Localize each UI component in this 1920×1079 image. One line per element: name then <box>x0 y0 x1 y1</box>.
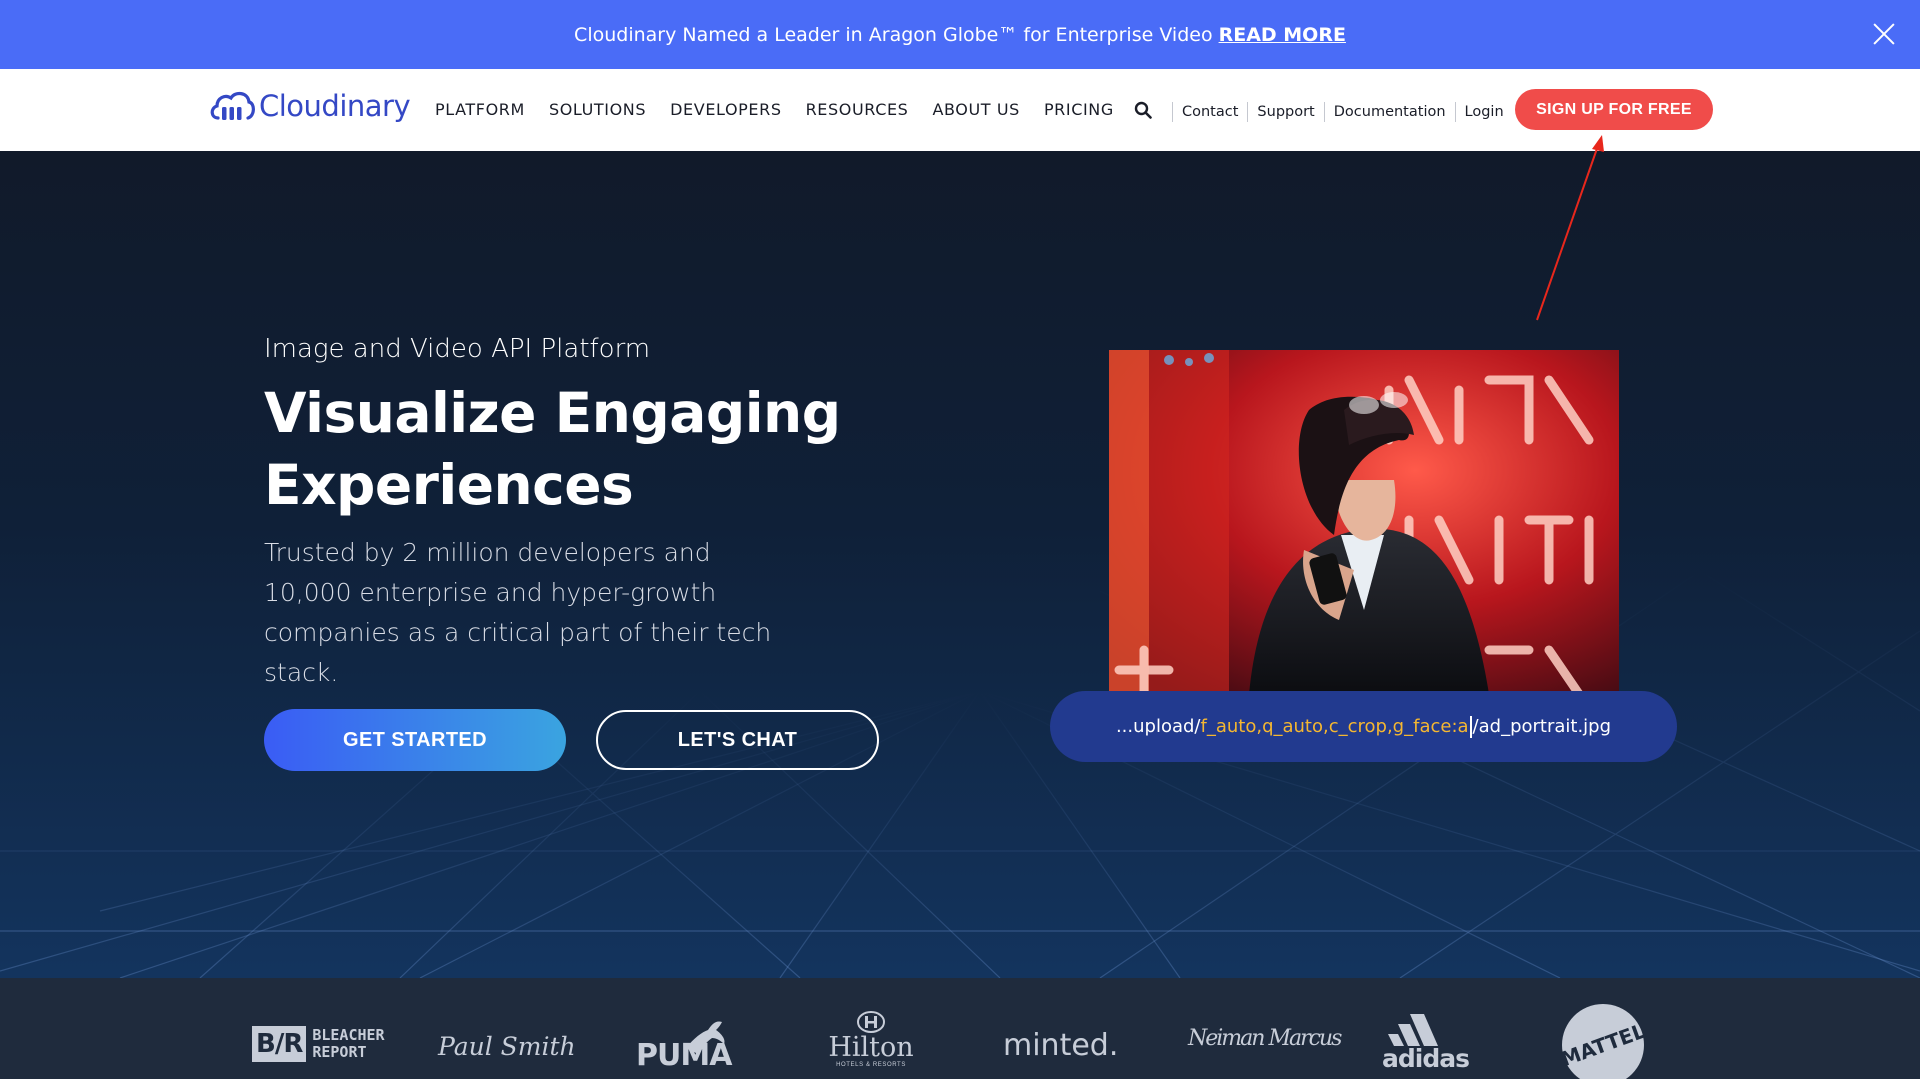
announcement-message: Cloudinary Named a Leader in Aragon Glob… <box>574 23 1213 46</box>
nav-pricing[interactable]: PRICING <box>1044 100 1114 119</box>
url-params: f_auto,q_auto,c_crop,g_face:a <box>1200 716 1469 737</box>
logo-text: Cloudinary <box>259 89 411 123</box>
hilton-tagline: HOTELS & RESORTS <box>836 1062 906 1068</box>
hilton-wordmark: Hilton <box>828 1032 914 1063</box>
divider <box>1247 102 1249 122</box>
nav-about-us[interactable]: ABOUT US <box>932 100 1019 119</box>
nav-resources[interactable]: RESOURCES <box>806 100 909 119</box>
nav-solutions[interactable]: SOLUTIONS <box>549 100 646 119</box>
puma-wordmark: PUMA <box>636 1038 732 1073</box>
announcement-bar: Cloudinary Named a Leader in Aragon Glob… <box>0 0 1920 69</box>
adidas-stripes-icon <box>1388 1014 1438 1046</box>
nav-developers[interactable]: DEVELOPERS <box>670 100 781 119</box>
divider <box>1454 102 1456 122</box>
signup-button[interactable]: SIGN UP FOR FREE <box>1515 89 1713 130</box>
transformation-url-field: ...upload/ f_auto,q_auto,c_crop,g_face:a… <box>1050 691 1677 762</box>
search-icon[interactable] <box>1134 101 1152 119</box>
lets-chat-button[interactable]: LET'S CHAT <box>596 710 879 770</box>
mattel-logo: MATTEL <box>1558 1004 1648 1079</box>
utility-links: Contact Support Documentation Login <box>1163 102 1504 122</box>
adidas-wordmark: adidas <box>1382 1044 1470 1073</box>
hero-eyebrow: Image and Video API Platform <box>264 334 651 364</box>
close-icon[interactable] <box>1870 20 1898 48</box>
divider <box>1172 102 1173 122</box>
site-header: Cloudinary PLATFORM SOLUTIONS DEVELOPERS… <box>0 69 1920 151</box>
bleacher-line-1: BLEACHER <box>312 1026 385 1044</box>
neiman-marcus-logo: Neiman Marcus <box>1188 1026 1342 1051</box>
read-more-link[interactable]: READ MORE <box>1219 24 1346 46</box>
cloudinary-logo[interactable]: Cloudinary <box>208 88 411 124</box>
mattel-wordmark: MATTEL <box>1557 1018 1649 1072</box>
support-link[interactable]: Support <box>1257 104 1314 120</box>
hero-portrait-image <box>1109 350 1619 694</box>
contact-link[interactable]: Contact <box>1182 104 1238 120</box>
divider <box>1323 102 1325 122</box>
adidas-logo: adidas <box>1380 1014 1470 1073</box>
headline-line-1: Visualize Engaging <box>264 381 841 445</box>
hero-headline: Visualize Engaging Experiences <box>264 377 884 521</box>
headline-line-2: Experiences <box>264 453 634 517</box>
bleacher-line-2: REPORT <box>312 1043 367 1061</box>
hilton-emblem-icon <box>857 1011 885 1033</box>
hilton-logo: Hilton HOTELS & RESORTS <box>826 1010 916 1068</box>
nav-platform[interactable]: PLATFORM <box>435 100 525 119</box>
bleacher-mark: B/R <box>252 1026 307 1062</box>
hero-subtitle: Trusted by 2 million developers and 10,0… <box>264 538 772 687</box>
url-suffix: /ad_portrait.jpg <box>1472 716 1612 737</box>
text-caret <box>1469 715 1472 738</box>
hero-section: Image and Video API Platform Visualize E… <box>0 151 1920 978</box>
bleacher-report-logo: B/R BLEACHER REPORT <box>252 1026 385 1062</box>
login-link[interactable]: Login <box>1465 104 1504 120</box>
cloud-logo-icon <box>210 91 255 120</box>
main-nav: PLATFORM SOLUTIONS DEVELOPERS RESOURCES … <box>435 100 1138 119</box>
url-prefix: ...upload/ <box>1115 716 1201 737</box>
get-started-button[interactable]: GET STARTED <box>264 709 566 771</box>
paul-smith-logo: Paul Smith <box>438 1032 576 1061</box>
puma-logo: PUMA <box>636 1014 736 1073</box>
brand-logos-strip: B/R BLEACHER REPORT Paul Smith PUMA Hilt… <box>0 978 1920 1079</box>
minted-logo: minted. <box>1003 1028 1119 1063</box>
documentation-link[interactable]: Documentation <box>1334 104 1446 120</box>
